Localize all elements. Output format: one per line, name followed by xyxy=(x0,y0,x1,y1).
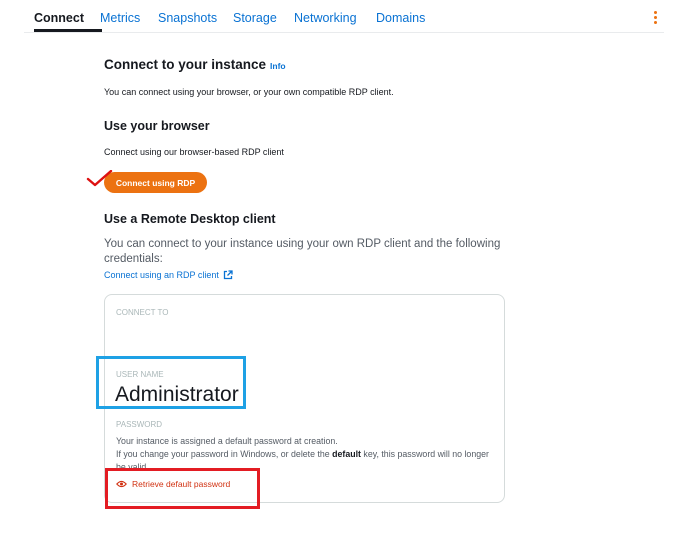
tab-snapshots[interactable]: Snapshots xyxy=(158,11,217,25)
tab-bar: Connect Metrics Snapshots Storage Networ… xyxy=(24,0,664,33)
more-vertical-icon[interactable] xyxy=(653,11,659,25)
tab-storage[interactable]: Storage xyxy=(233,11,277,25)
password-note-text-a: If you change your password in Windows, … xyxy=(116,449,333,459)
rdp-client-link[interactable]: Connect using an RDP client xyxy=(104,270,233,280)
connect-to-label: CONNECT TO xyxy=(116,308,169,317)
connect-description: You can connect using your browser, or y… xyxy=(104,87,394,97)
info-link[interactable]: Info xyxy=(270,61,286,71)
password-label: PASSWORD xyxy=(116,420,163,429)
retrieve-password-highlight-box xyxy=(105,468,260,509)
rdp-client-heading: Use a Remote Desktop client xyxy=(104,212,276,226)
username-highlight-box xyxy=(96,356,246,409)
password-note-line-1: Your instance is assigned a default pass… xyxy=(116,436,338,446)
browser-description: Connect using our browser-based RDP clie… xyxy=(104,147,284,157)
password-note-bold: default xyxy=(332,449,361,459)
tab-domains[interactable]: Domains xyxy=(376,11,425,25)
checkmark-icon xyxy=(86,170,113,187)
browser-heading: Use your browser xyxy=(104,119,210,133)
external-link-icon xyxy=(223,270,233,280)
active-tab-indicator xyxy=(34,29,102,32)
tab-connect[interactable]: Connect xyxy=(34,11,84,25)
connect-using-rdp-button[interactable]: Connect using RDP xyxy=(104,172,207,193)
rdp-client-link-text[interactable]: Connect using an RDP client xyxy=(104,270,219,280)
page-title-text: Connect to your instance xyxy=(104,57,267,72)
tab-networking[interactable]: Networking xyxy=(294,11,357,25)
tab-metrics[interactable]: Metrics xyxy=(100,11,140,25)
page-title: Connect to your instance Info xyxy=(104,57,286,72)
rdp-client-description: You can connect to your instance using y… xyxy=(104,238,501,265)
